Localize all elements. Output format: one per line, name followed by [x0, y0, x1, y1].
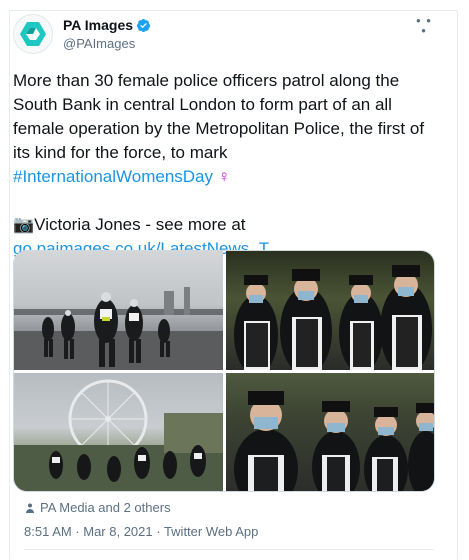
verified-badge-icon — [136, 18, 151, 33]
avatar[interactable] — [13, 14, 53, 54]
photo-3-art — [14, 379, 223, 491]
pa-logo-icon — [20, 22, 46, 46]
photo-2-officers-masks[interactable] — [226, 251, 434, 370]
display-name[interactable]: PA Images — [63, 16, 133, 34]
divider — [24, 549, 434, 550]
tweet-body: More than 30 female police officers patr… — [13, 71, 425, 162]
photo-3-london-eye-officers[interactable] — [14, 373, 223, 491]
tweet-timestamp[interactable]: 8:51 AM · Mar 8, 2021 · Twitter Web App — [24, 524, 258, 540]
photo-credit: Victoria Jones - see more at — [34, 215, 246, 234]
tweet-header: PA Images @PAImages • • • — [13, 14, 435, 58]
tweet-text: More than 30 female police officers patr… — [13, 69, 445, 261]
female-sign-emoji: ♀ — [217, 167, 231, 186]
account-handle[interactable]: @PAImages — [63, 35, 151, 53]
more-options-icon[interactable]: • • • — [413, 14, 435, 37]
hashtag-link[interactable]: #InternationalWomensDay — [13, 167, 213, 186]
media-tags[interactable]: PA Media and 2 others — [24, 500, 171, 516]
camera-emoji: 📷 — [13, 215, 35, 234]
photo-1-police-officers-south-bank[interactable] — [14, 251, 223, 370]
photo-4-art — [234, 391, 434, 491]
account-names: PA Images @PAImages — [63, 16, 151, 53]
photo-1-art — [14, 287, 223, 370]
photo-2-art — [234, 265, 432, 370]
media-grid — [13, 250, 435, 492]
tagged-users: PA Media and 2 others — [40, 500, 171, 515]
person-icon — [26, 503, 34, 513]
photo-4-officers-closeup[interactable] — [226, 373, 434, 491]
